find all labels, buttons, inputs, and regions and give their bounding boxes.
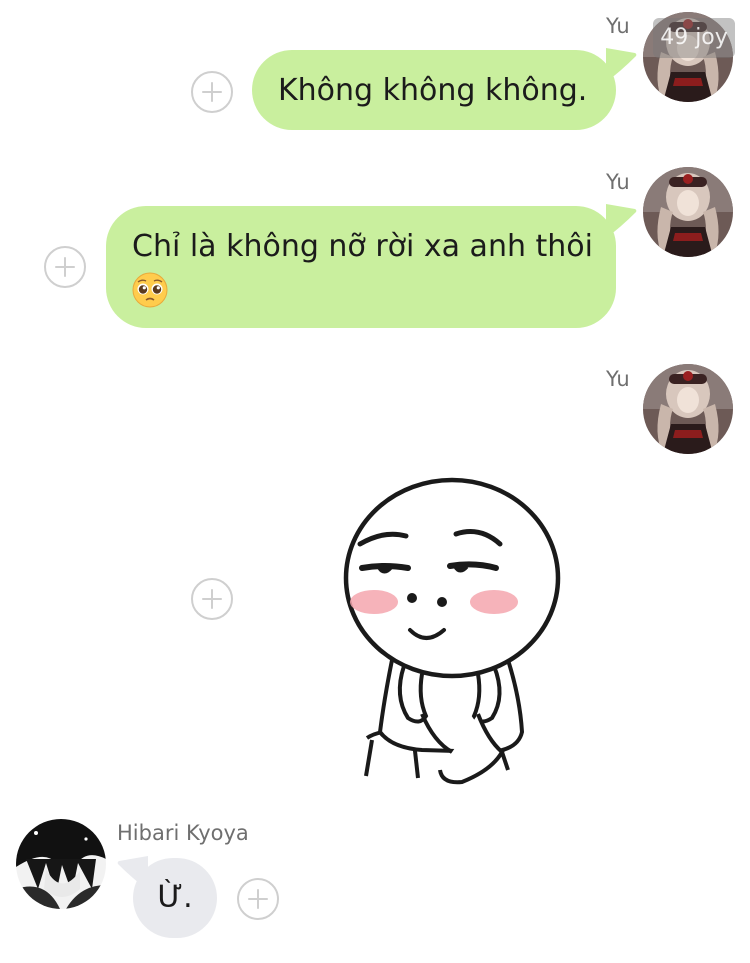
- avatar-yu-image: [643, 364, 733, 454]
- add-reaction-button[interactable]: [191, 71, 233, 113]
- chat-screen: Yu 49 joy Không không không. Yu Chỉ là k…: [0, 0, 750, 963]
- avatar[interactable]: [643, 167, 733, 257]
- message-bubble-outgoing[interactable]: Không không không.: [252, 50, 616, 130]
- avatar-yu-image: [643, 167, 733, 257]
- avatar[interactable]: [16, 819, 106, 909]
- pleading-face-emoji: [132, 272, 168, 307]
- message-text: Chỉ là không nỡ rời xa anh thôi: [132, 229, 593, 264]
- sender-name: Hibari Kyoya: [117, 821, 249, 845]
- sender-name: Yu: [606, 170, 630, 194]
- message-bubble-incoming[interactable]: Ừ.: [133, 858, 217, 938]
- sender-name: Yu: [606, 14, 630, 38]
- shy-round-face-character-sticker[interactable]: [322, 470, 572, 790]
- sender-name: Yu: [606, 367, 630, 391]
- message-bubble-outgoing[interactable]: Chỉ là không nỡ rời xa anh thôi: [106, 206, 616, 328]
- avatar[interactable]: [643, 364, 733, 454]
- watermark: 49 joy: [653, 18, 735, 58]
- message-text: Không không không.: [278, 73, 588, 108]
- emoji-line: [132, 268, 596, 310]
- avatar-hibari-image: [16, 819, 106, 909]
- add-reaction-button[interactable]: [237, 878, 279, 920]
- add-reaction-button[interactable]: [44, 246, 86, 288]
- message-text: Ừ.: [157, 880, 193, 915]
- add-reaction-button[interactable]: [191, 578, 233, 620]
